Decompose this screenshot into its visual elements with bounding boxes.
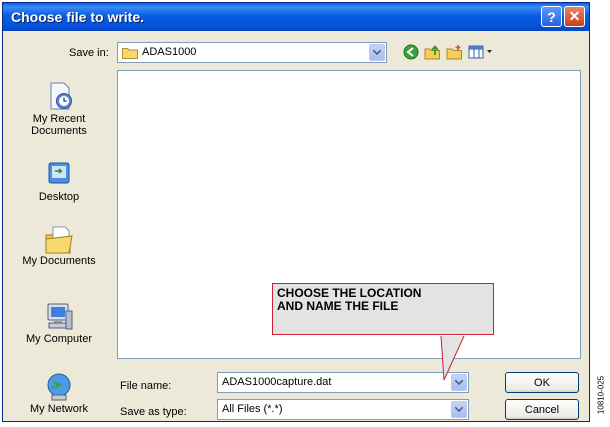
help-button[interactable]: ? [541, 6, 562, 27]
place-my-computer[interactable]: My Computer [9, 301, 109, 345]
dialog-title: Choose file to write. [11, 9, 145, 25]
chevron-down-icon[interactable] [369, 44, 385, 61]
places-bar: My Recent Documents Desktop My Documents… [9, 45, 109, 421]
figure-code: 10810-025 [594, 375, 608, 415]
place-label: My Recent Documents [31, 113, 87, 137]
chevron-down-icon[interactable] [451, 401, 467, 418]
file-save-dialog: Choose file to write. ? ✕ Save in: ADAS1… [2, 2, 590, 422]
close-button[interactable]: ✕ [564, 6, 585, 27]
callout-text: CHOOSE THE LOCATION AND NAME THE FILE [277, 286, 422, 313]
save-in-value: ADAS1000 [142, 46, 197, 58]
recent-documents-icon [42, 81, 76, 111]
annotation-callout: CHOOSE THE LOCATION AND NAME THE FILE [272, 283, 494, 335]
cancel-button[interactable]: Cancel [505, 399, 579, 420]
ok-button-label: OK [534, 376, 550, 389]
save-as-type-value: All Files (*.*) [222, 403, 283, 415]
help-icon: ? [547, 8, 556, 25]
folder-icon [122, 47, 138, 62]
back-icon[interactable] [402, 43, 420, 61]
place-label: My Computer [25, 333, 93, 345]
place-label: Desktop [38, 191, 80, 203]
title-bar[interactable]: Choose file to write. ? ✕ [3, 3, 589, 31]
place-my-network[interactable]: My Network [9, 371, 109, 415]
my-documents-icon [42, 223, 76, 254]
file-name-label: File name: [120, 380, 172, 392]
my-computer-icon [42, 301, 76, 331]
cancel-button-label: Cancel [524, 403, 560, 416]
ok-button[interactable]: OK [505, 372, 579, 393]
save-as-type-dropdown[interactable]: All Files (*.*) [217, 399, 469, 420]
place-my-documents[interactable]: My Documents [9, 223, 109, 267]
views-menu-icon[interactable] [467, 43, 495, 61]
file-name-input[interactable]: ADAS1000capture.dat [217, 372, 469, 393]
desktop-icon [42, 159, 76, 189]
save-in-dropdown[interactable]: ADAS1000 [117, 42, 387, 63]
place-recent-documents[interactable]: My Recent Documents [9, 81, 109, 137]
close-icon: ✕ [568, 8, 581, 24]
figure-code-text: 10810-025 [596, 375, 606, 415]
up-folder-icon[interactable] [423, 43, 441, 61]
file-name-value: ADAS1000capture.dat [222, 376, 332, 388]
place-desktop[interactable]: Desktop [9, 159, 109, 203]
my-network-icon [42, 371, 76, 401]
chevron-down-icon[interactable] [451, 374, 467, 391]
save-as-type-label: Save as type: [120, 406, 187, 418]
new-folder-icon[interactable] [445, 43, 463, 61]
place-label: My Network [29, 403, 89, 415]
place-label: My Documents [22, 255, 96, 267]
